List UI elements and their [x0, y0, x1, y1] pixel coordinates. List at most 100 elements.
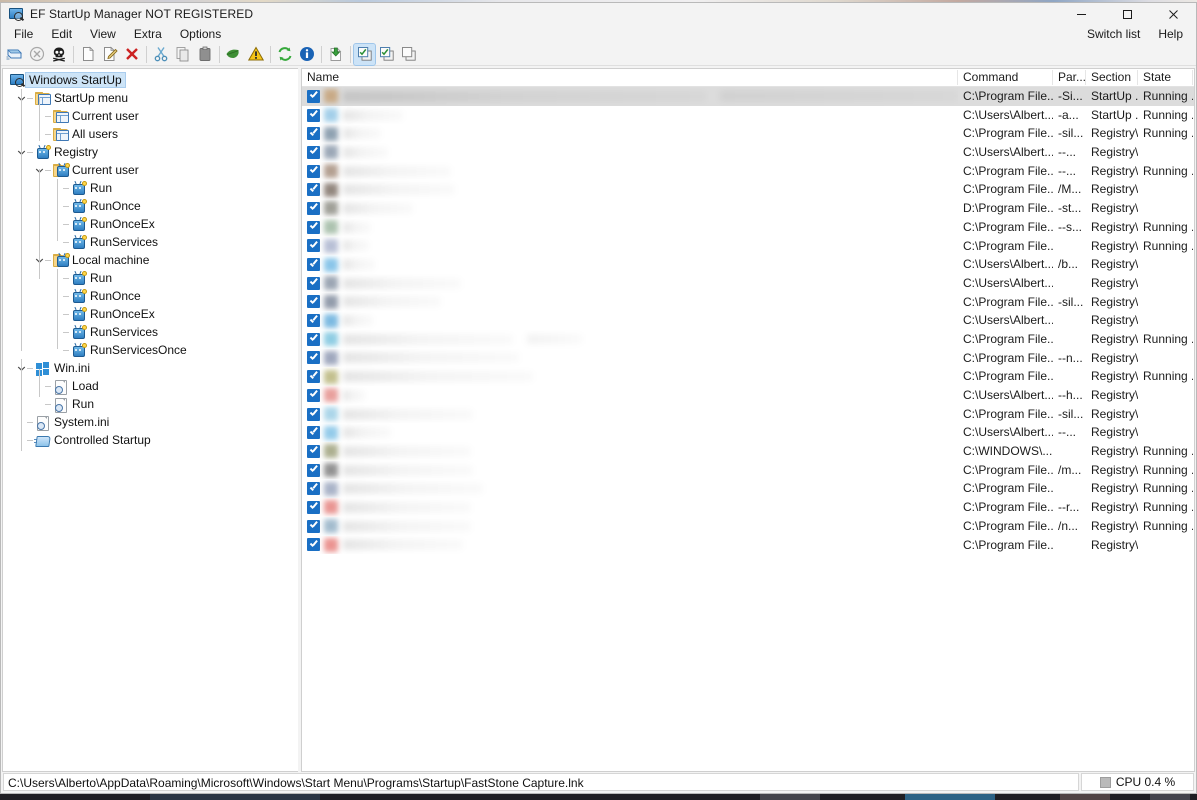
check-all-icon[interactable]: [353, 42, 376, 66]
entry-name-cell[interactable]: [302, 180, 958, 199]
menu-edit[interactable]: Edit: [42, 25, 81, 43]
table-row[interactable]: C:\Users\Albert... /b... Registry\...: [302, 255, 1194, 274]
column-header-parameters[interactable]: Par...: [1053, 69, 1086, 86]
menu-file[interactable]: File: [5, 25, 42, 43]
entry-enabled-checkbox[interactable]: [307, 89, 320, 103]
table-row[interactable]: C:\Users\Albert... Registry\...: [302, 274, 1194, 293]
column-header-command[interactable]: Command: [958, 69, 1053, 86]
entry-enabled-checkbox[interactable]: [307, 426, 320, 440]
table-row[interactable]: D:\Program File... -st... Registry\...: [302, 199, 1194, 218]
entry-enabled-checkbox[interactable]: [307, 370, 320, 384]
entry-name-cell[interactable]: [302, 386, 958, 405]
tree-item-win-ini[interactable]: Win.ini: [3, 359, 298, 377]
entry-enabled-checkbox[interactable]: [307, 220, 320, 234]
entry-name-cell[interactable]: [302, 237, 958, 256]
entry-enabled-checkbox[interactable]: [307, 482, 320, 496]
tree-item-system-ini[interactable]: System.ini: [3, 413, 298, 431]
entry-enabled-checkbox[interactable]: [307, 183, 320, 197]
entry-enabled-checkbox[interactable]: [307, 538, 320, 552]
entry-enabled-checkbox[interactable]: [307, 258, 320, 272]
table-row[interactable]: C:\Program File... -sil... Registry\... Run…: [302, 124, 1194, 143]
info-icon[interactable]: [296, 44, 317, 65]
tree-item-runservices[interactable]: RunServices: [3, 233, 298, 251]
table-row[interactable]: C:\Program File... --n... Registry\...: [302, 349, 1194, 368]
uncheck-all-icon[interactable]: [398, 44, 419, 65]
entry-name-cell[interactable]: [302, 255, 958, 274]
table-row[interactable]: C:\Program File... Registry\... Running ..…: [302, 479, 1194, 498]
entry-enabled-checkbox[interactable]: [307, 388, 320, 402]
tree-item-local-machine[interactable]: Local machine: [3, 251, 298, 269]
tree-item-runservicesonce[interactable]: RunServicesOnce: [3, 341, 298, 359]
table-row[interactable]: C:\Program File... /n... Registry\... Runni…: [302, 517, 1194, 536]
table-row[interactable]: C:\Program File... --r... Registry\... Runn…: [302, 498, 1194, 517]
entry-name-cell[interactable]: [302, 479, 958, 498]
menu-extra[interactable]: Extra: [125, 25, 171, 43]
entry-name-cell[interactable]: [302, 87, 958, 106]
entry-enabled-checkbox[interactable]: [307, 127, 320, 141]
entry-enabled-checkbox[interactable]: [307, 444, 320, 458]
table-row[interactable]: C:\Users\Albert... Registry\...: [302, 311, 1194, 330]
column-header-section[interactable]: Section: [1086, 69, 1138, 86]
column-header-name[interactable]: Name: [302, 69, 958, 86]
import-icon[interactable]: [325, 44, 346, 65]
entry-enabled-checkbox[interactable]: [307, 201, 320, 215]
entry-name-cell[interactable]: [302, 536, 958, 555]
table-row[interactable]: C:\Program File... --s... Registry\... Runn…: [302, 218, 1194, 237]
menu-view[interactable]: View: [81, 25, 125, 43]
table-row[interactable]: C:\Program File... /m... Registry\... Runni…: [302, 461, 1194, 480]
refresh-icon[interactable]: [274, 44, 295, 65]
entry-name-cell[interactable]: [302, 274, 958, 293]
tree-item-runonce[interactable]: RunOnce: [3, 197, 298, 215]
tree-item-run[interactable]: Run: [3, 395, 298, 413]
table-row[interactable]: C:\Program File... Registry\...: [302, 536, 1194, 555]
entry-name-cell[interactable]: [302, 218, 958, 237]
entry-name-cell[interactable]: [302, 349, 958, 368]
entry-name-cell[interactable]: [302, 461, 958, 480]
entry-name-cell[interactable]: [302, 517, 958, 536]
entry-enabled-checkbox[interactable]: [307, 164, 320, 178]
entry-enabled-checkbox[interactable]: [307, 407, 320, 421]
delete-entry-icon[interactable]: [121, 44, 142, 65]
tree-item-controlled-startup[interactable]: Controlled Startup: [3, 431, 298, 449]
tree-item-current-user[interactable]: Current user: [3, 107, 298, 125]
minimize-button[interactable]: [1058, 3, 1104, 25]
table-row[interactable]: C:\Users\Albert... -a... StartUp ... Runnin…: [302, 106, 1194, 125]
warning-icon[interactable]: [245, 44, 266, 65]
table-row[interactable]: C:\Program File... Registry\... Running ..…: [302, 237, 1194, 256]
entry-enabled-checkbox[interactable]: [307, 519, 320, 533]
table-row[interactable]: C:\Users\Albert... --... Registry\...: [302, 423, 1194, 442]
entry-name-cell[interactable]: [302, 143, 958, 162]
green-leaf-icon[interactable]: [223, 44, 244, 65]
entry-name-cell[interactable]: [302, 162, 958, 181]
tree-item-runonceex[interactable]: RunOnceEx: [3, 305, 298, 323]
tree-item-all-users[interactable]: All users: [3, 125, 298, 143]
tree-item-run[interactable]: Run: [3, 179, 298, 197]
tree-item-load[interactable]: Load: [3, 377, 298, 395]
copy-icon[interactable]: [172, 44, 193, 65]
entry-enabled-checkbox[interactable]: [307, 276, 320, 290]
table-row[interactable]: C:\Users\Albert... --h... Registry\...: [302, 386, 1194, 405]
tree-item-runservices[interactable]: RunServices: [3, 323, 298, 341]
disable-icon[interactable]: [26, 44, 47, 65]
entry-name-cell[interactable]: [302, 405, 958, 424]
entry-name-cell[interactable]: [302, 330, 958, 349]
entry-name-cell[interactable]: [302, 293, 958, 312]
entry-enabled-checkbox[interactable]: [307, 351, 320, 365]
table-row[interactable]: C:\Program File... -sil... Registry\...: [302, 293, 1194, 312]
entry-enabled-checkbox[interactable]: [307, 332, 320, 346]
tree-item-runonceex[interactable]: RunOnceEx: [3, 215, 298, 233]
table-row[interactable]: C:\WINDOWS\... Registry\... Running ...: [302, 442, 1194, 461]
entry-name-cell[interactable]: [302, 498, 958, 517]
table-row[interactable]: C:\Users\Albert... --... Registry\...: [302, 143, 1194, 162]
tree-item-startup-menu[interactable]: StartUp menu: [3, 89, 298, 107]
new-entry-icon[interactable]: [77, 44, 98, 65]
table-row[interactable]: C:\Program File... /M... Registry\...: [302, 180, 1194, 199]
edit-entry-icon[interactable]: [99, 44, 120, 65]
tree-item-root[interactable]: Windows StartUp: [3, 71, 298, 89]
entry-enabled-checkbox[interactable]: [307, 314, 320, 328]
open-list-icon[interactable]: [4, 44, 25, 65]
entry-name-cell[interactable]: [302, 442, 958, 461]
close-button[interactable]: [1150, 3, 1196, 25]
entry-name-cell[interactable]: [302, 106, 958, 125]
table-row[interactable]: C:\Program File... -Si... StartUp ... Runni…: [302, 87, 1194, 106]
